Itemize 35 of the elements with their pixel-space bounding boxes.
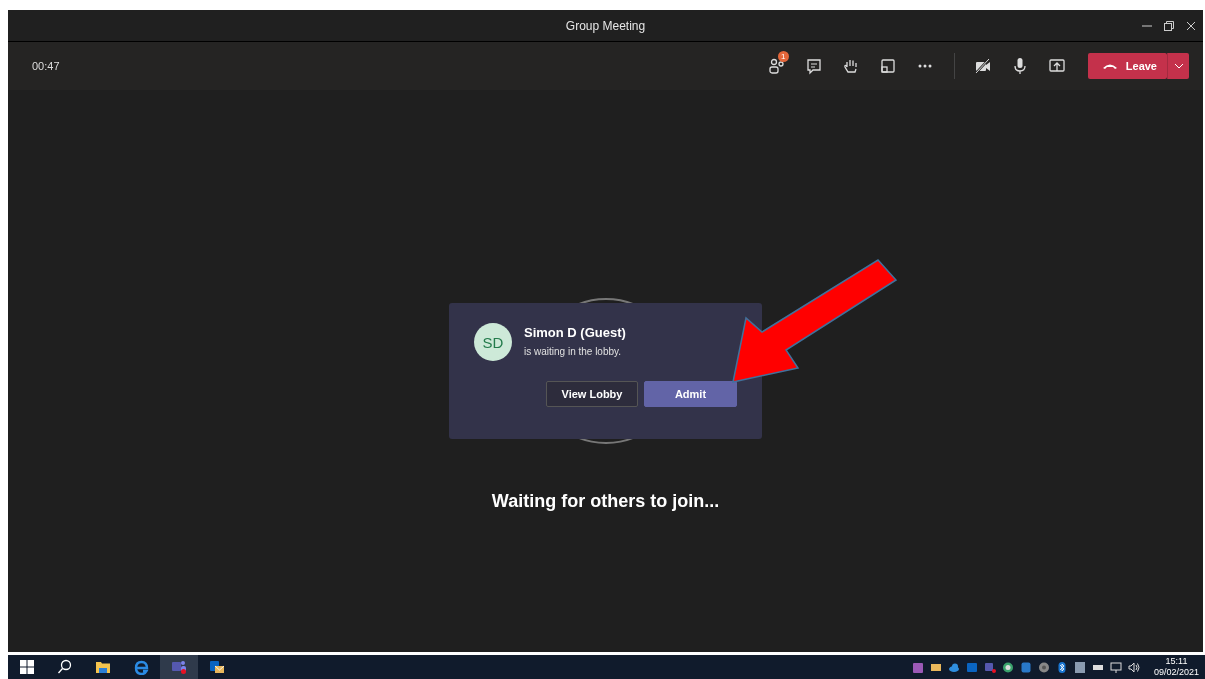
notification-badge: 1 (777, 51, 789, 62)
waiting-message: Waiting for others to join... (491, 491, 720, 512)
folder-icon[interactable] (95, 659, 111, 675)
mail-icon[interactable] (209, 659, 225, 675)
leave-button[interactable]: Leave (1087, 53, 1167, 79)
avatar: SD (474, 323, 512, 361)
layout-icon[interactable] (879, 57, 898, 75)
volume-icon[interactable] (1127, 660, 1140, 674)
tray-app-icon[interactable] (911, 660, 924, 674)
network-icon[interactable] (1109, 660, 1122, 674)
camera-off-icon[interactable] (974, 57, 993, 75)
people-icon[interactable] (768, 57, 787, 75)
teams-icon[interactable] (983, 660, 996, 674)
clock-time[interactable]: 15:11 (1165, 656, 1188, 667)
admit-button[interactable]: Admit (644, 381, 737, 407)
teams-icon[interactable] (171, 659, 187, 675)
search-icon[interactable] (57, 659, 73, 675)
globe-icon[interactable] (1001, 660, 1014, 674)
chat-icon[interactable] (805, 57, 824, 75)
disc-icon[interactable] (1037, 660, 1050, 674)
view-lobby-button[interactable]: View Lobby (546, 381, 638, 407)
clock-date[interactable]: 09/02/2021 (1153, 667, 1199, 678)
windows-start-icon[interactable] (20, 660, 34, 674)
lobby-message: is waiting in the lobby. (524, 346, 623, 357)
guest-name: Simon D (Guest) (524, 325, 626, 340)
chevron-down-icon (1173, 63, 1184, 69)
close-icon[interactable] (1185, 19, 1197, 32)
call-timer: 00:47 (32, 60, 61, 72)
restore-icon[interactable] (1163, 19, 1175, 32)
tray-app-icon[interactable] (1073, 660, 1086, 674)
browser-icon[interactable] (133, 659, 149, 675)
window-title: Group Meeting (565, 18, 646, 33)
phone-icon (1101, 62, 1118, 70)
bluetooth-icon[interactable] (1055, 660, 1068, 674)
share-screen-icon[interactable] (1048, 57, 1067, 75)
